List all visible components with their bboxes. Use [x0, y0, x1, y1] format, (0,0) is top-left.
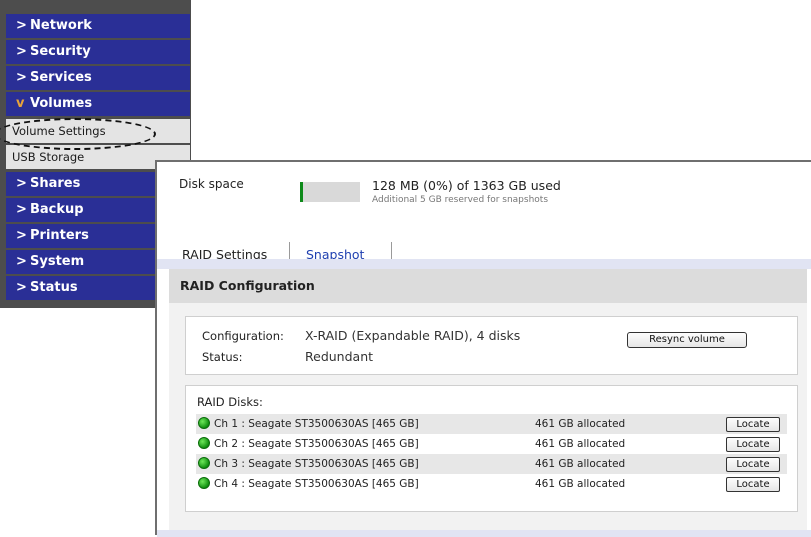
chevron-right-icon: > — [16, 44, 27, 59]
section-title: RAID Configuration — [180, 278, 315, 293]
configuration-label: Configuration: — [202, 329, 284, 343]
disk-usage-bar-fill — [300, 182, 303, 202]
raid-disks-label: RAID Disks: — [197, 395, 263, 409]
status-led-icon — [198, 477, 210, 489]
status-led-icon — [198, 457, 210, 469]
locate-button[interactable]: Locate — [726, 477, 780, 492]
disk-name: Ch 2 : Seagate ST3500630AS [465 GB] — [214, 438, 419, 450]
sidebar-item-volumes[interactable]: v Volumes — [6, 92, 190, 116]
disk-name: Ch 3 : Seagate ST3500630AS [465 GB] — [214, 458, 419, 470]
chevron-right-icon: > — [16, 176, 27, 191]
disk-row: Ch 4 : Seagate ST3500630AS [465 GB] 461 … — [196, 474, 787, 494]
disk-usage-bar — [300, 182, 360, 202]
disk-allocated: 461 GB allocated — [535, 418, 626, 430]
disk-reserved-text: Additional 5 GB reserved for snapshots — [372, 195, 549, 205]
sidebar-item-label: Shares — [30, 176, 81, 191]
status-label: Status: — [202, 350, 243, 364]
disk-row: Ch 3 : Seagate ST3500630AS [465 GB] 461 … — [196, 454, 787, 474]
status-value: Redundant — [305, 349, 374, 364]
section-header: RAID Configuration — [169, 269, 807, 303]
sidebar-item-security[interactable]: > Security — [6, 40, 190, 64]
bottom-strip-divider — [157, 530, 811, 537]
sidebar-item-label: Services — [30, 70, 92, 85]
disk-allocated: 461 GB allocated — [535, 478, 626, 490]
chevron-right-icon: > — [16, 280, 27, 295]
sidebar-item-label: Status — [30, 280, 78, 295]
sidebar-item-label: Volume Settings — [12, 124, 106, 138]
disk-row: Ch 2 : Seagate ST3500630AS [465 GB] 461 … — [196, 434, 787, 454]
sidebar-item-label: System — [30, 254, 85, 269]
sidebar-item-services[interactable]: > Services — [6, 66, 190, 90]
locate-button[interactable]: Locate — [726, 437, 780, 452]
chevron-right-icon: > — [16, 254, 27, 269]
sidebar-item-label: USB Storage — [12, 150, 85, 164]
disk-used-text: 128 MB (0%) of 1363 GB used — [372, 178, 561, 193]
sidebar-item-label: Volumes — [30, 96, 93, 111]
chevron-down-icon: v — [16, 96, 25, 111]
raid-configuration-section: RAID Configuration Configuration: X-RAID… — [169, 269, 807, 537]
chevron-right-icon: > — [16, 70, 27, 85]
status-led-icon — [198, 417, 210, 429]
sidebar-item-label: Security — [30, 44, 91, 59]
disk-space-label: Disk space — [179, 177, 244, 191]
locate-button[interactable]: Locate — [726, 417, 780, 432]
chevron-right-icon: > — [16, 228, 27, 243]
sidebar-item-network[interactable]: > Network — [6, 14, 190, 38]
volume-settings-panel: Disk space 128 MB (0%) of 1363 GB used A… — [155, 160, 811, 537]
locate-button[interactable]: Locate — [726, 457, 780, 472]
sidebar-item-label: Backup — [30, 202, 84, 217]
disk-name: Ch 1 : Seagate ST3500630AS [465 GB] — [214, 418, 419, 430]
status-led-icon — [198, 437, 210, 449]
sidebar-subitem-volume-settings[interactable]: Volume Settings — [6, 119, 190, 143]
sidebar-item-label: Network — [30, 18, 92, 33]
chevron-right-icon: > — [16, 18, 27, 33]
raid-disks-box: RAID Disks: Ch 1 : Seagate ST3500630AS [… — [185, 385, 798, 512]
raid-config-box: Configuration: X-RAID (Expandable RAID),… — [185, 316, 798, 375]
sidebar-item-label: Printers — [30, 228, 89, 243]
disk-name: Ch 4 : Seagate ST3500630AS [465 GB] — [214, 478, 419, 490]
disk-allocated: 461 GB allocated — [535, 458, 626, 470]
chevron-right-icon: > — [16, 202, 27, 217]
tab-strip-divider — [157, 259, 811, 269]
disk-allocated: 461 GB allocated — [535, 438, 626, 450]
disk-row: Ch 1 : Seagate ST3500630AS [465 GB] 461 … — [196, 414, 787, 434]
resync-volume-button[interactable]: Resync volume — [627, 332, 747, 348]
configuration-value: X-RAID (Expandable RAID), 4 disks — [305, 328, 521, 343]
